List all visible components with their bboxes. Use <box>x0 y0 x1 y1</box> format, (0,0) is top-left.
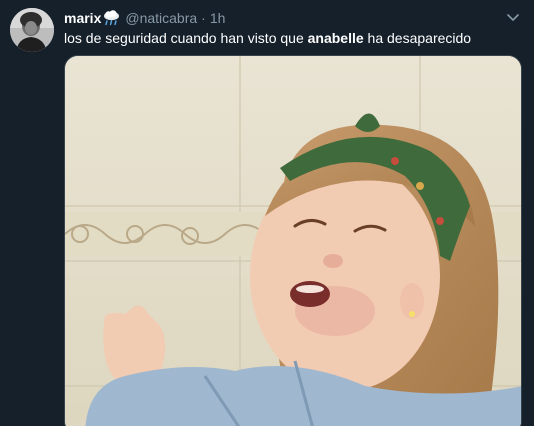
tweet-text-part: ha desaparecido <box>363 30 472 46</box>
display-name[interactable]: marix <box>64 9 101 27</box>
tweet-text-part: los de seguridad cuando han visto que <box>64 30 308 46</box>
cloud-with-rain-icon <box>102 10 121 26</box>
tweet-text-bold: anabelle <box>307 30 364 46</box>
tweet-card[interactable]: marix @naticabra · 1h los de seguridad c… <box>0 0 534 426</box>
chevron-down-icon[interactable] <box>504 8 522 26</box>
tweet-header: marix @naticabra · 1h <box>64 9 504 27</box>
tweet-timestamp[interactable]: 1h <box>210 9 226 27</box>
avatar-image <box>10 8 54 52</box>
separator-dot: · <box>201 10 206 26</box>
user-handle[interactable]: @naticabra <box>125 9 197 27</box>
tweet-text: los de seguridad cuando han visto que an… <box>64 29 522 48</box>
tweet-media-image[interactable] <box>64 55 522 426</box>
crying-girl-photo <box>65 56 521 426</box>
avatar[interactable] <box>10 8 54 52</box>
